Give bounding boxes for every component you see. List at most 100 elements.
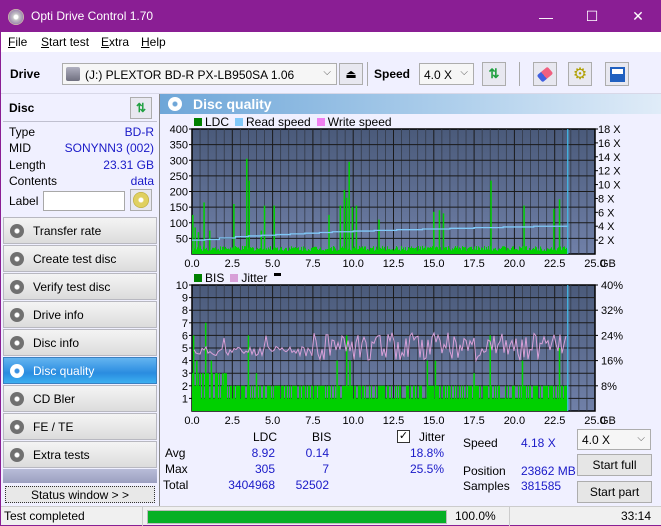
menu-file[interactable]: File <box>8 35 27 49</box>
y2-tick-label: 14 X <box>598 152 621 164</box>
disc-quality-icon <box>10 364 24 378</box>
window-title: Opti Drive Control 1.70 <box>31 9 154 23</box>
start-part-button[interactable]: Start part <box>577 481 652 503</box>
ldc-chart: 50 100 150 200 250 300 350 400 2 X 4 X 6 X 8 X10 X 1… <box>170 124 622 270</box>
maximize-button[interactable]: ☐ <box>569 1 615 32</box>
drive-select[interactable]: (J:) PLEXTOR BD-R PX-LB950SA 1.06 ⌵ <box>62 63 337 85</box>
drive-icon <box>66 67 80 81</box>
x-tick-label: 5.0 <box>265 258 280 270</box>
total-label: Total <box>163 478 189 492</box>
y2-tick-label: 18 X <box>598 124 621 136</box>
disc-info-icon <box>10 336 24 350</box>
bis-chart: 123456789108%16%24%32%40%0.0 2.5 5.0 7.5 10.… <box>176 280 623 427</box>
menu-bar: File Start test Extra Help <box>1 32 661 52</box>
panel-header: Disc quality <box>160 94 661 114</box>
refresh-icon: ⇅ <box>135 101 147 115</box>
eraser-icon <box>536 66 554 82</box>
y2-tick-label: 6 X <box>598 207 615 219</box>
status-text: Test completed <box>4 509 85 523</box>
menu-extra[interactable]: Extra <box>101 35 129 49</box>
max-label: Max <box>165 462 188 476</box>
disc-label-button[interactable] <box>130 189 152 211</box>
settings-icon: ⚙ <box>572 66 588 83</box>
y-tick-label: 150 <box>170 202 188 214</box>
drive-info-icon <box>10 308 24 322</box>
disc-refresh-button[interactable]: ⇅ <box>130 97 152 119</box>
y2-tick-label: 8% <box>601 381 617 393</box>
elapsed-time: 33:14 <box>621 509 652 523</box>
menu-help[interactable]: Help <box>141 35 166 49</box>
speed-select[interactable]: 4.0 X ⌵ <box>419 63 474 85</box>
refresh-button[interactable]: ⇅ <box>482 62 506 86</box>
disc-contents-row: Contents data <box>9 174 154 188</box>
position-label: Position <box>463 464 506 478</box>
nav-extra-tests[interactable]: Extra tests <box>3 441 157 468</box>
x-tick-label: 0.0 <box>184 258 199 270</box>
nav-transfer-rate[interactable]: Transfer rate <box>3 217 157 244</box>
extra-tests-icon <box>10 448 24 462</box>
nav-cd-bler[interactable]: CD Bler <box>3 385 157 412</box>
disc-type-row: Type BD-R <box>9 125 154 139</box>
nav-verify-test-disc[interactable]: Verify test disc <box>3 273 157 300</box>
nav-drive-info[interactable]: Drive info <box>3 301 157 328</box>
erase-button[interactable] <box>533 62 557 86</box>
disc-label-input[interactable] <box>43 191 125 211</box>
y2-tick-label: 12 X <box>598 166 621 178</box>
y2-tick-label: 8 X <box>598 193 615 205</box>
start-full-button[interactable]: Start full <box>577 454 652 476</box>
minimize-button[interactable]: — <box>523 1 569 32</box>
y-tick-label: 8 <box>182 305 188 317</box>
jitter-checkbox[interactable]: ✓ <box>397 430 410 443</box>
avg-label: Avg <box>165 446 186 460</box>
toolbar-divider <box>519 62 520 86</box>
x-tick-label: 15.0 <box>423 258 444 270</box>
menu-start-test[interactable]: Start test <box>41 35 89 49</box>
nav-fe-te[interactable]: FE / TE <box>3 413 157 440</box>
total-bis: 52502 <box>295 478 329 492</box>
x-tick-label: 7.5 <box>305 258 320 270</box>
x-tick-label: 17.5 <box>463 258 484 270</box>
settings-button[interactable]: ⚙ <box>568 62 592 86</box>
y2-tick-label: 16 X <box>598 138 621 150</box>
nav-disc-info[interactable]: Disc info <box>3 329 157 356</box>
chevron-down-icon: ⌵ <box>637 433 645 444</box>
avg-ldc: 8.92 <box>251 446 275 460</box>
progress-bar <box>147 510 447 524</box>
label-key: Label <box>9 194 39 208</box>
y-tick-label: 350 <box>170 140 188 152</box>
refresh-icon: ⇅ <box>488 66 500 81</box>
save-icon <box>609 66 625 82</box>
disc-info-panel: Disc ⇅ Type BD-R MID SONYNN3 (002) Length 2… <box>3 94 157 214</box>
y-tick-label: 250 <box>170 171 188 183</box>
x-tick-label: 22.5 <box>544 258 565 270</box>
disc-icon <box>133 192 149 208</box>
nav-disc-quality[interactable]: Disc quality <box>3 357 157 384</box>
status-divider <box>142 507 143 526</box>
create-disc-icon <box>10 252 24 266</box>
cd-bler-icon <box>10 392 24 406</box>
progress-percent: 100.0% <box>455 509 496 523</box>
avg-jitter: 18.8% <box>409 446 444 460</box>
max-bis: 7 <box>322 462 329 476</box>
x-tick-label: 2.5 <box>225 258 240 270</box>
eject-button[interactable]: ⏏ <box>339 63 363 85</box>
y-tick-label: 1 <box>182 393 188 405</box>
legend-marker <box>274 272 282 276</box>
jitter-header: Jitter <box>419 430 446 444</box>
status-window-button[interactable]: Status window > > <box>5 486 155 503</box>
y2-tick-label: 4 X <box>598 221 615 233</box>
close-button[interactable]: ✕ <box>615 1 661 32</box>
test-speed-select[interactable]: 4.0 X ⌵ <box>577 429 651 450</box>
save-button[interactable] <box>605 62 629 86</box>
verify-disc-icon <box>10 280 24 294</box>
y-tick-label: 4 <box>182 356 188 368</box>
x-axis-unit: GB <box>600 258 616 270</box>
disc-quality-panel: Disc quality LDC Read speed Write speed … <box>159 94 661 506</box>
speed-stat-label: Speed <box>463 436 498 450</box>
x-tick-label: 20.0 <box>504 258 525 270</box>
disc-quality-icon <box>168 97 182 111</box>
nav-spacer <box>3 469 157 483</box>
disc-heading: Disc <box>9 101 35 115</box>
toolbar-divider <box>367 62 368 86</box>
nav-create-test-disc[interactable]: Create test disc <box>3 245 157 272</box>
